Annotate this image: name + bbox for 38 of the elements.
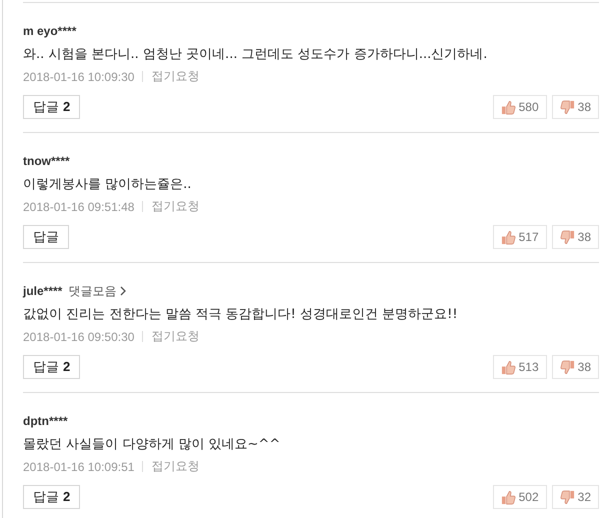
- fold-request-link[interactable]: 접기요청: [151, 328, 200, 345]
- dislike-button[interactable]: 38: [552, 95, 599, 119]
- username: jule****: [23, 284, 62, 298]
- reply-button[interactable]: 답글 2: [23, 485, 80, 509]
- thumbs-up-icon: [500, 100, 516, 114]
- thumbs-down-icon: [560, 360, 575, 374]
- thumbs-down-icon: [560, 230, 575, 244]
- comment-time: 2018-01-16 09:50:30: [23, 330, 134, 344]
- comment-time: 2018-01-16 10:09:51: [23, 460, 134, 474]
- fold-request-link[interactable]: 접기요청: [151, 458, 200, 475]
- comment-text: 몰랐던 사실들이 다양하게 많이 있네요~^^: [23, 436, 282, 453]
- comment-time: 2018-01-16 09:51:48: [23, 200, 134, 214]
- reply-button[interactable]: 답글 2: [23, 355, 80, 379]
- fold-request-link[interactable]: 접기요청: [151, 68, 200, 85]
- fold-request-link[interactable]: 접기요청: [151, 198, 200, 215]
- dislike-button[interactable]: 32: [552, 485, 599, 509]
- thumbs-up-icon: [500, 230, 516, 244]
- username: m eyo****: [23, 24, 76, 38]
- dislike-button[interactable]: 38: [552, 355, 599, 379]
- reply-button[interactable]: 답글: [23, 225, 69, 249]
- thumbs-down-icon: [560, 490, 575, 504]
- comment-text: 이렇게봉사를 많이하는쥴은..: [23, 176, 192, 193]
- username: tnow****: [23, 154, 70, 168]
- thumbs-up-icon: [500, 490, 516, 504]
- comment-text: 값없이 진리는 전한다는 말씀 적극 동감합니다! 성경대로인건 분명하군요!!: [23, 306, 459, 323]
- chevron-right-icon: [120, 286, 126, 296]
- like-button[interactable]: 517: [492, 225, 547, 249]
- thumbs-up-icon: [500, 360, 516, 374]
- username: dptn****: [23, 414, 68, 428]
- like-button[interactable]: 502: [492, 485, 547, 509]
- reply-button[interactable]: 답글 2: [23, 95, 80, 119]
- dislike-button[interactable]: 38: [552, 225, 599, 249]
- thumbs-down-icon: [560, 100, 575, 114]
- like-button[interactable]: 513: [492, 355, 547, 379]
- like-button[interactable]: 580: [492, 95, 547, 119]
- comment-text: 와.. 시험을 본다니.. 엄청난 곳이네... 그런데도 성도수가 증가하다니...신기하네.: [23, 46, 488, 63]
- comment-collection-link[interactable]: 댓글모음: [68, 282, 126, 300]
- comment-time: 2018-01-16 10:09:30: [23, 70, 134, 84]
